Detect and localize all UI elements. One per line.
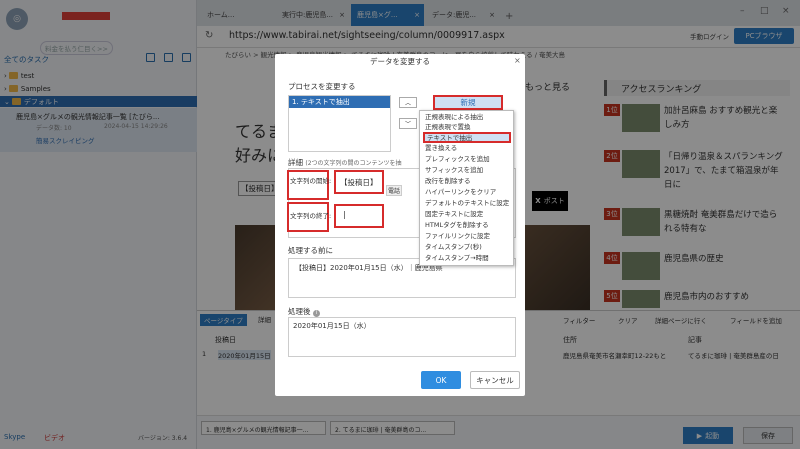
menu-item[interactable]: 固定テキストに設定 xyxy=(423,209,511,220)
start-label: 文字列の開始: xyxy=(290,177,332,185)
move-up-icon[interactable]: ︿ xyxy=(399,97,417,108)
ok-button[interactable]: OK xyxy=(421,371,461,389)
menu-item[interactable]: タイムスタンプ→時間 xyxy=(423,253,511,264)
end-string-input[interactable] xyxy=(334,204,384,228)
process-label: プロセスを変更する xyxy=(288,82,356,91)
after-value: 2020年01月15日（水） xyxy=(293,322,371,330)
cancel-button[interactable]: キャンセル xyxy=(470,371,520,389)
process-item[interactable]: 1. テキストで抽出 xyxy=(289,96,390,108)
detail-label: 詳細 (2つの文字列の間のコンテンツを抽 xyxy=(288,158,402,167)
dialog-title: データを変更する xyxy=(370,57,430,66)
menu-item[interactable]: ファイルリンクに設定 xyxy=(423,231,511,242)
start-string-value: 【投稿日】 xyxy=(340,178,378,187)
end-label: 文字列の終了: xyxy=(290,212,332,220)
before-label: 処理する前に xyxy=(288,246,333,255)
close-icon[interactable]: × xyxy=(514,56,521,65)
menu-item[interactable]: 改行を削除する xyxy=(423,176,511,187)
menu-item[interactable]: タイムスタンプ(秒) xyxy=(423,242,511,253)
menu-item[interactable]: サフィックスを追加 xyxy=(423,165,511,176)
menu-item[interactable]: HTMLタグを削除する xyxy=(423,220,511,231)
new-button[interactable]: 新規 xyxy=(433,95,503,110)
move-down-icon[interactable]: ﹀ xyxy=(399,118,417,129)
menu-item[interactable]: ハイパーリンクをクリア xyxy=(423,187,511,198)
menu-item[interactable]: プレフィックスを追加 xyxy=(423,154,511,165)
after-label: 処理後 i xyxy=(288,306,320,317)
menu-item[interactable]: 置き換える xyxy=(423,143,511,154)
end-string-value: | xyxy=(343,210,346,219)
info-icon[interactable]: i xyxy=(312,310,320,317)
menu-item[interactable]: デフォルトのテキストに設定 xyxy=(423,198,511,209)
menu-item-selected[interactable]: テキストで抽出 xyxy=(423,132,511,143)
insert-button[interactable]: 電話 xyxy=(386,185,403,196)
